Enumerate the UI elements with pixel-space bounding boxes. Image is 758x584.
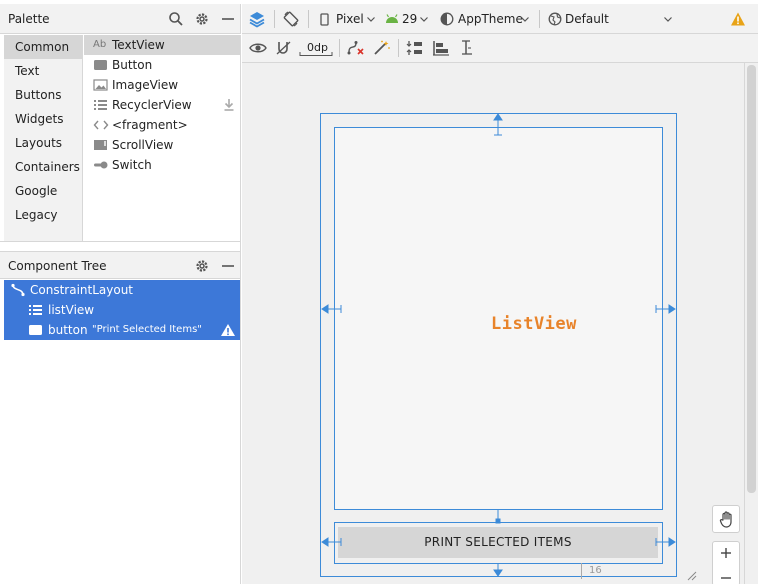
- panel-divider[interactable]: [0, 241, 241, 251]
- toolbar-separator: [339, 39, 340, 57]
- palette-widget-list: Ab TextView Button ImageView RecyclerVie…: [84, 35, 241, 241]
- constraint-toolbar: 0dp: [242, 34, 758, 63]
- design-toolbar: Pixel 29 AppTheme Default (en-us): [242, 4, 758, 56]
- widget-label: TextView: [112, 38, 165, 52]
- zoom-out-icon[interactable]: [720, 572, 732, 584]
- widget-label: ImageView: [112, 78, 179, 92]
- android-icon: [386, 14, 398, 23]
- gear-icon[interactable]: [194, 258, 210, 274]
- widget-recyclerview[interactable]: RecyclerView: [84, 95, 240, 115]
- toolbar-separator: [308, 10, 309, 28]
- category-text[interactable]: Text: [4, 59, 82, 83]
- chevron-down-icon: [521, 17, 529, 22]
- toolbar-separator: [274, 10, 275, 28]
- scrollbar-thumb[interactable]: [747, 65, 756, 493]
- category-buttons[interactable]: Buttons: [4, 83, 82, 107]
- tree-node-label: listView: [48, 303, 95, 317]
- guidelines-icon[interactable]: [458, 40, 476, 58]
- chevron-down-icon: [367, 17, 375, 22]
- print-selected-items-button[interactable]: PRINT SELECTED ITEMS: [338, 527, 658, 558]
- chevron-down-icon: [664, 17, 672, 22]
- widget-textview[interactable]: Ab TextView: [84, 35, 240, 55]
- margin-value-label: 16: [581, 563, 621, 579]
- layers-icon[interactable]: [248, 10, 266, 28]
- constraint-layout-icon: [10, 283, 26, 297]
- hand-icon: [719, 511, 732, 528]
- pan-button[interactable]: [712, 505, 740, 533]
- pack-icon[interactable]: [406, 40, 424, 58]
- component-tree: ConstraintLayout listView button "Print …: [4, 279, 241, 584]
- list-icon: [28, 303, 44, 317]
- toolbar-separator: [398, 39, 399, 57]
- orientation-icon[interactable]: [282, 10, 300, 28]
- category-layouts[interactable]: Layouts: [4, 131, 82, 155]
- search-icon[interactable]: [168, 11, 184, 27]
- eye-icon[interactable]: [249, 40, 267, 58]
- switch-icon: [93, 158, 109, 172]
- tree-node-text: "Print Selected Items": [92, 324, 202, 335]
- widget-imageview[interactable]: ImageView: [84, 75, 240, 95]
- category-google[interactable]: Google: [4, 179, 82, 203]
- warning-icon[interactable]: [730, 11, 748, 29]
- widget-scrollview[interactable]: ScrollView: [84, 135, 240, 155]
- tree-node-label: button: [48, 323, 88, 337]
- widget-switch[interactable]: Switch: [84, 155, 240, 175]
- button-icon: [93, 58, 109, 72]
- widget-label: Switch: [112, 158, 152, 172]
- minimize-icon[interactable]: [220, 258, 236, 274]
- api-level-label: 29: [402, 12, 418, 26]
- widget-label: <fragment>: [112, 118, 188, 132]
- tree-node-button[interactable]: button "Print Selected Items": [4, 320, 240, 340]
- tree-node-label: ConstraintLayout: [30, 283, 134, 297]
- download-icon[interactable]: [223, 98, 235, 112]
- device-label: Pixel: [336, 12, 364, 26]
- clear-constraints-icon[interactable]: [347, 40, 365, 58]
- button-icon: [28, 323, 44, 337]
- image-icon: [93, 78, 109, 92]
- default-margin-label: 0dp: [307, 41, 328, 54]
- chevron-down-icon: [420, 17, 428, 22]
- gear-icon[interactable]: [194, 11, 210, 27]
- category-containers[interactable]: Containers: [4, 155, 82, 179]
- widget-label: ScrollView: [112, 138, 174, 152]
- theme-icon: [440, 12, 454, 26]
- autoconnect-icon[interactable]: [275, 40, 293, 58]
- category-legacy[interactable]: Legacy: [4, 203, 82, 227]
- zoom-controls: [712, 541, 740, 584]
- component-tree-title: Component Tree: [8, 259, 107, 273]
- warning-icon[interactable]: [220, 323, 236, 337]
- palette-title: Palette: [8, 12, 50, 26]
- scrollview-icon: [93, 138, 109, 152]
- code-icon: [93, 118, 109, 132]
- textview-icon: Ab: [93, 39, 107, 50]
- tree-node-constraintlayout[interactable]: ConstraintLayout: [4, 280, 240, 300]
- minimize-icon[interactable]: [220, 11, 236, 27]
- category-widgets[interactable]: Widgets: [4, 107, 82, 131]
- widget-button[interactable]: Button: [84, 55, 240, 75]
- component-tree-header: Component Tree: [0, 251, 241, 279]
- category-common[interactable]: Common: [4, 35, 82, 59]
- list-icon: [93, 98, 109, 112]
- align-icon[interactable]: [432, 40, 450, 58]
- toolbar-separator: [539, 10, 540, 28]
- palette-categories: Common Text Buttons Widgets Layouts Cont…: [4, 35, 83, 241]
- palette-header: Palette: [0, 4, 241, 34]
- vertical-scrollbar[interactable]: [744, 63, 758, 584]
- zoom-in-icon[interactable]: [720, 547, 732, 559]
- theme-label: AppTheme: [458, 12, 523, 26]
- globe-icon: [548, 12, 562, 26]
- tree-node-listview[interactable]: listView: [4, 300, 240, 320]
- listview-label: ListView: [491, 314, 577, 334]
- widget-fragment[interactable]: <fragment>: [84, 115, 240, 135]
- widget-label: RecyclerView: [112, 98, 192, 112]
- magic-wand-icon[interactable]: [373, 40, 391, 58]
- widget-label: Button: [112, 58, 153, 72]
